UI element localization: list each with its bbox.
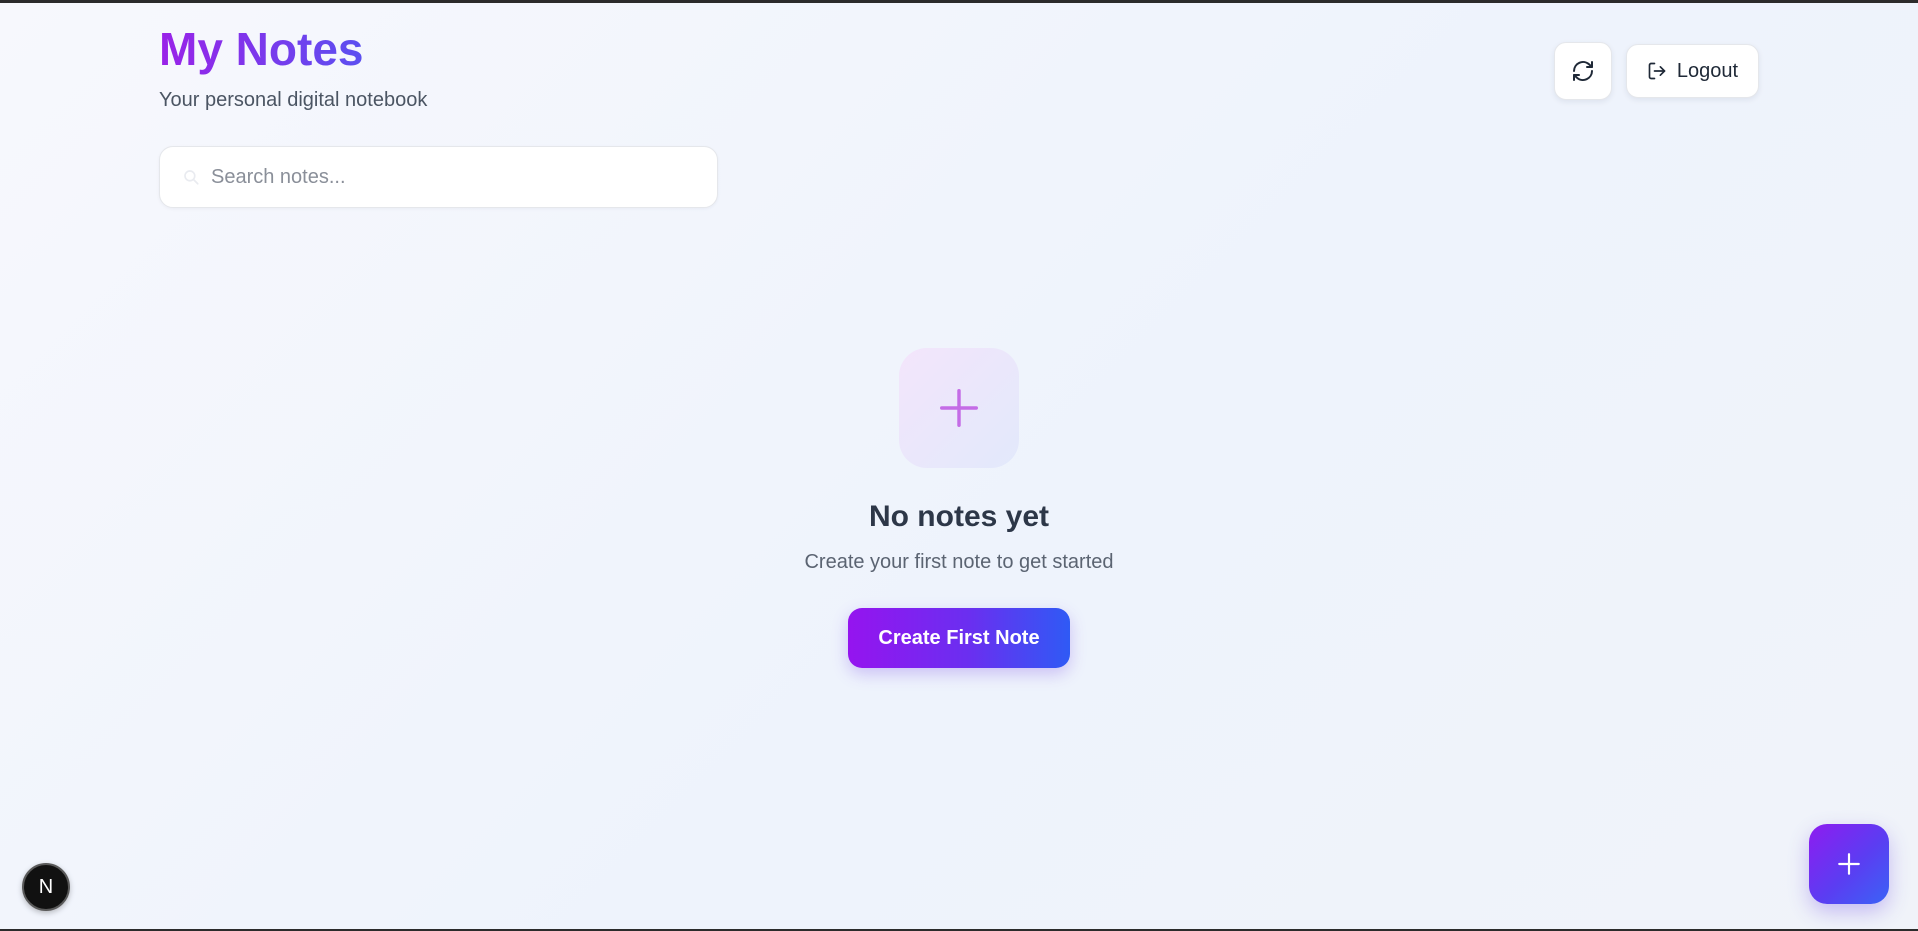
search-box[interactable]	[159, 146, 718, 208]
create-first-note-button[interactable]: Create First Note	[848, 608, 1070, 668]
dev-tools-badge[interactable]: N	[22, 863, 70, 911]
logout-label: Logout	[1676, 59, 1739, 82]
search-input[interactable]	[211, 147, 701, 207]
refresh-icon	[1571, 59, 1595, 83]
search-icon	[182, 168, 200, 186]
page-title: My Notes	[159, 23, 364, 75]
add-note-fab[interactable]	[1809, 824, 1889, 904]
page-subtitle: Your personal digital notebook	[159, 89, 428, 111]
logout-icon	[1647, 61, 1667, 81]
refresh-button[interactable]	[1554, 42, 1612, 100]
empty-state-icon-box	[899, 348, 1019, 468]
empty-state-title: No notes yet	[868, 500, 1050, 533]
logout-button[interactable]: Logout	[1626, 44, 1759, 98]
plus-icon	[1836, 851, 1862, 877]
empty-state-subtitle: Create your first note to get started	[804, 551, 1114, 573]
plus-icon	[936, 385, 982, 431]
